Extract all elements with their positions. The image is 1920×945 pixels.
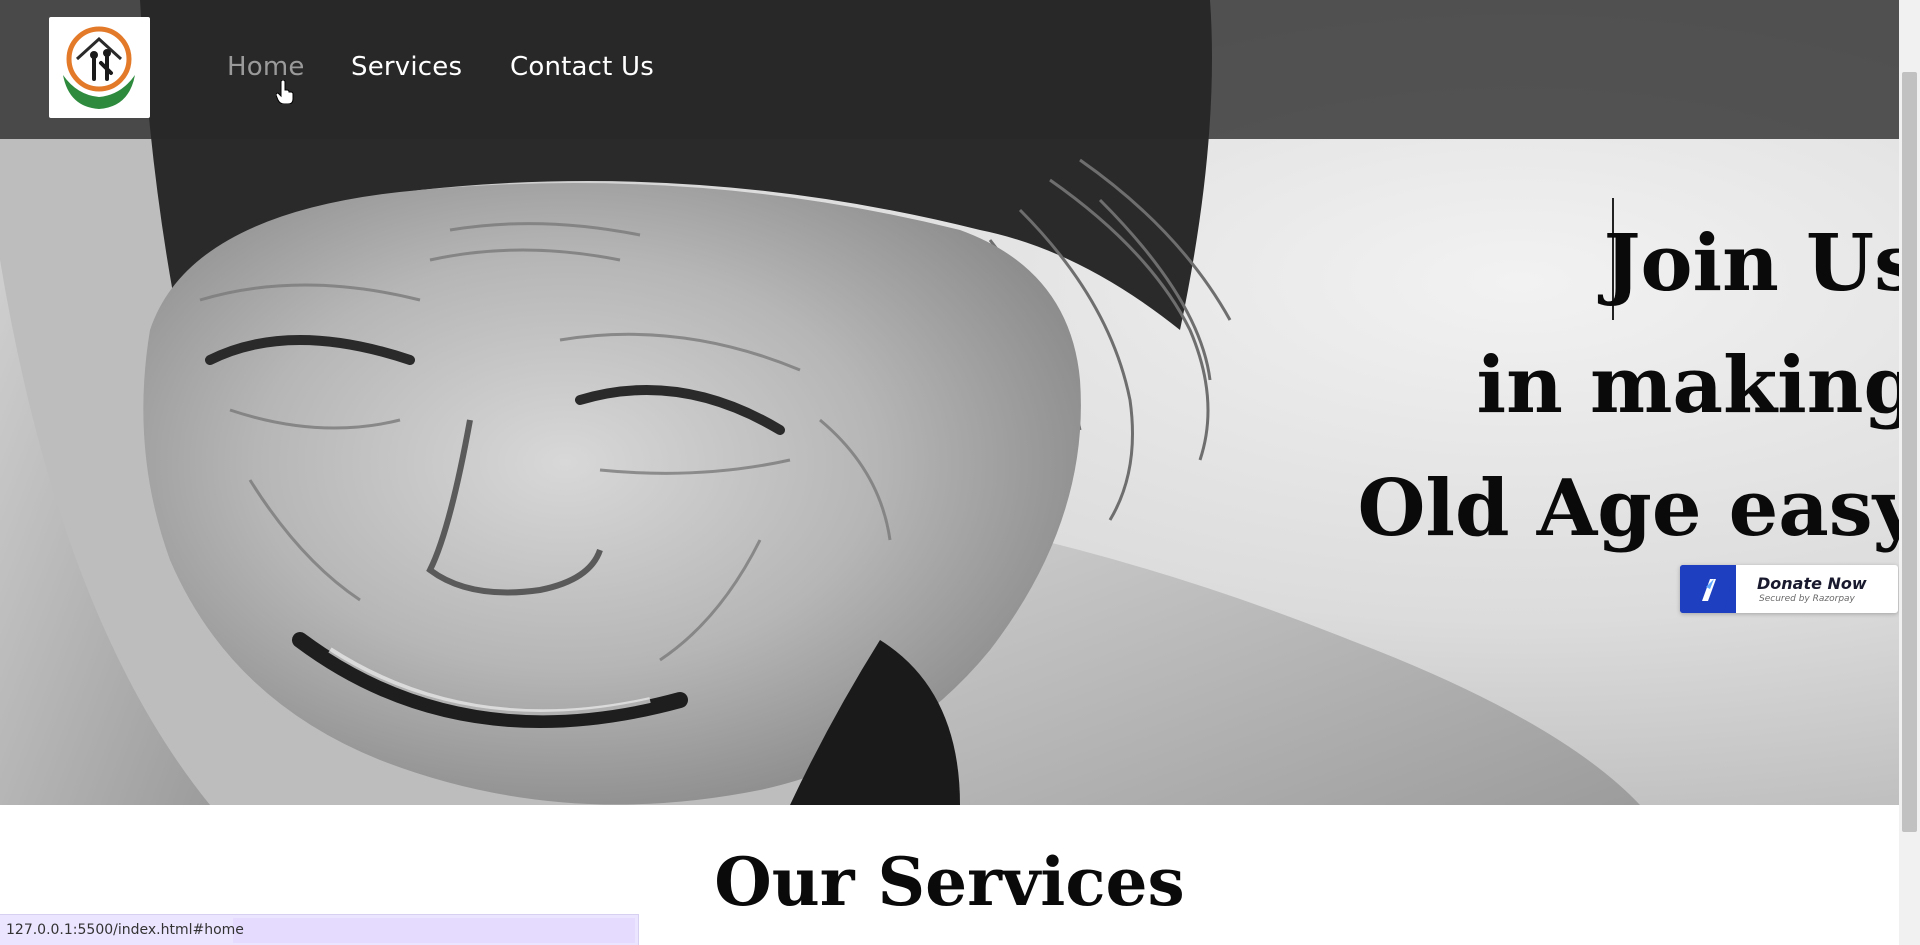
hero-title-line-3: Old Age easy <box>1357 463 1918 554</box>
nav-services[interactable]: Services <box>351 52 462 82</box>
browser-status-bar: 127.0.0.1:5500/index.html#home <box>0 914 639 945</box>
nav-home[interactable]: Home <box>227 52 305 82</box>
donate-now-button[interactable]: Donate Now Secured by Razorpay <box>1680 565 1898 613</box>
donate-secured-by: Secured by Razorpay <box>1759 594 1855 604</box>
nav-contact-us[interactable]: Contact Us <box>510 52 654 82</box>
hero-title-line-1: Join Us <box>1603 218 1918 309</box>
donate-label: Donate Now <box>1757 574 1867 593</box>
services-heading: Our Services <box>714 843 1185 921</box>
scrollbar-thumb[interactable] <box>1902 72 1917 832</box>
elderly-care-logo-icon <box>63 26 135 109</box>
page: Home Services Contact Us Join Us in maki… <box>0 0 1920 945</box>
status-highlight <box>233 918 635 943</box>
site-logo[interactable] <box>49 17 150 118</box>
hand-cursor-icon <box>276 80 294 104</box>
status-url: 127.0.0.1:5500/index.html#home <box>6 922 244 938</box>
navbar: Home Services Contact Us <box>0 0 1899 139</box>
hero-title-line-2: in making <box>1476 340 1919 431</box>
razorpay-icon <box>1680 565 1736 613</box>
